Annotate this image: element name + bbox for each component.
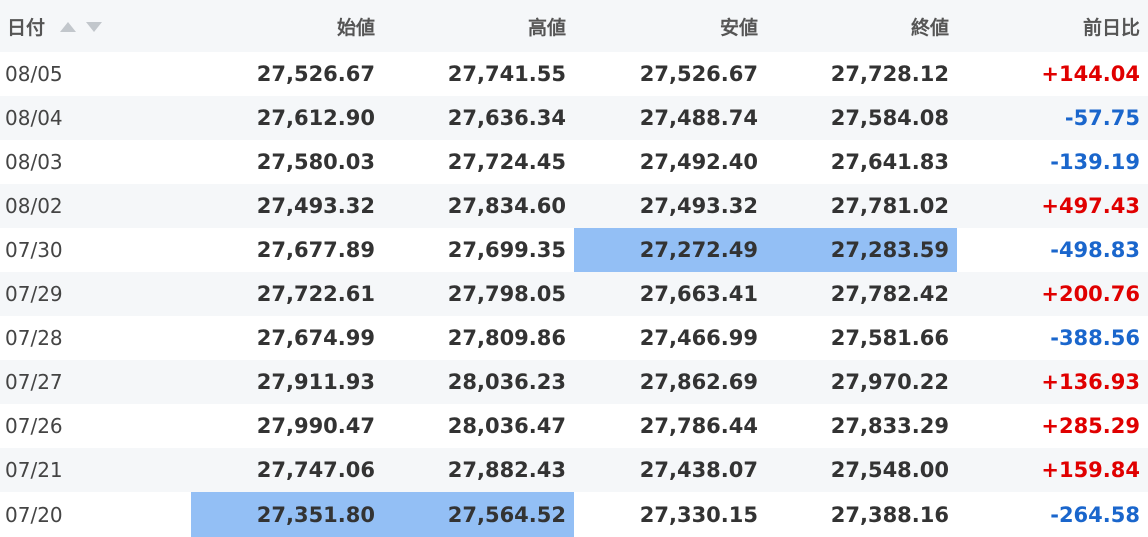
close-cell: 27,728.12: [830, 62, 949, 86]
sort-asc-icon[interactable]: [59, 21, 76, 32]
low-cell: 27,862.69: [639, 370, 758, 394]
low-cell: 27,493.32: [639, 194, 758, 218]
high-cell: 28,036.23: [447, 370, 566, 394]
date-cell: 07/21: [5, 458, 63, 482]
change-cell: +200.76: [1041, 282, 1140, 306]
table-row: 08/03 27,580.03 27,724.45 27,492.40 27,641.8…: [0, 140, 1148, 184]
table-row: 07/20 27,351.80 27,564.52 27,330.15 27,388.1…: [0, 492, 1148, 537]
date-cell: 07/30: [5, 238, 63, 262]
table-row: 08/02 27,493.32 27,834.60 27,493.32 27,781.0…: [0, 184, 1148, 228]
date-cell: 07/28: [5, 326, 63, 350]
low-cell: 27,663.41: [639, 282, 758, 306]
date-cell: 07/26: [5, 414, 63, 438]
header-change: 前日比: [957, 0, 1148, 52]
open-cell: 27,674.99: [256, 326, 375, 350]
close-cell: 27,584.08: [830, 106, 949, 130]
change-cell: +159.84: [1041, 458, 1140, 482]
high-cell: 27,699.35: [447, 238, 566, 262]
open-cell: 27,677.89: [256, 238, 375, 262]
change-cell: -264.58: [1050, 502, 1140, 527]
date-cell: 08/05: [5, 62, 63, 86]
low-cell: 27,272.49: [574, 228, 766, 272]
open-cell: 27,351.80: [191, 492, 383, 537]
high-cell: 27,741.55: [447, 62, 566, 86]
high-cell: 27,882.43: [447, 458, 566, 482]
change-cell: -498.83: [1050, 238, 1140, 262]
sort-controls[interactable]: [59, 15, 107, 37]
date-cell: 08/04: [5, 106, 63, 130]
open-cell: 27,990.47: [256, 414, 375, 438]
open-cell: 27,911.93: [256, 370, 375, 394]
header-low: 安値: [574, 0, 766, 52]
table-row: 07/26 27,990.47 28,036.47 27,786.44 27,833.2…: [0, 404, 1148, 448]
table-row: 07/27 27,911.93 28,036.23 27,862.69 27,970.2…: [0, 360, 1148, 404]
low-cell: 27,786.44: [639, 414, 758, 438]
date-cell: 08/02: [5, 194, 63, 218]
close-cell: 27,781.02: [830, 194, 949, 218]
change-cell: -57.75: [1064, 106, 1140, 130]
table-header-row: 日付 始値 高値 安値 終値 前日比: [0, 0, 1148, 52]
table-row: 07/21 27,747.06 27,882.43 27,438.07 27,548.0…: [0, 448, 1148, 492]
date-cell: 07/27: [5, 370, 63, 394]
close-cell: 27,548.00: [830, 458, 949, 482]
high-cell: 27,636.34: [447, 106, 566, 130]
table-row: 08/05 27,526.67 27,741.55 27,526.67 27,728.1…: [0, 52, 1148, 96]
date-cell: 08/03: [5, 150, 63, 174]
table-row: 07/29 27,722.61 27,798.05 27,663.41 27,782.4…: [0, 272, 1148, 316]
high-cell: 27,834.60: [447, 194, 566, 218]
table-row: 07/28 27,674.99 27,809.86 27,466.99 27,581.6…: [0, 316, 1148, 360]
table-row: 08/04 27,612.90 27,636.34 27,488.74 27,584.0…: [0, 96, 1148, 140]
change-cell: -139.19: [1050, 150, 1140, 174]
high-cell: 27,564.52: [383, 492, 574, 537]
open-cell: 27,747.06: [256, 458, 375, 482]
open-cell: 27,526.67: [256, 62, 375, 86]
header-date[interactable]: 日付: [0, 0, 191, 52]
high-cell: 27,809.86: [447, 326, 566, 350]
close-cell: 27,388.16: [830, 502, 949, 527]
open-cell: 27,493.32: [256, 194, 375, 218]
open-cell: 27,612.90: [256, 106, 375, 130]
low-cell: 27,438.07: [639, 458, 758, 482]
change-cell: -388.56: [1050, 326, 1140, 350]
low-cell: 27,492.40: [639, 150, 758, 174]
close-cell: 27,782.42: [830, 282, 949, 306]
low-cell: 27,330.15: [639, 502, 758, 527]
open-cell: 27,580.03: [256, 150, 375, 174]
low-cell: 27,466.99: [639, 326, 758, 350]
header-high: 高値: [383, 0, 574, 52]
high-cell: 27,724.45: [447, 150, 566, 174]
sort-desc-icon[interactable]: [86, 21, 103, 32]
change-cell: +136.93: [1041, 370, 1140, 394]
date-cell: 07/20: [5, 502, 63, 527]
close-cell: 27,581.66: [830, 326, 949, 350]
close-cell: 27,641.83: [830, 150, 949, 174]
high-cell: 28,036.47: [447, 414, 566, 438]
table-body: 08/05 27,526.67 27,741.55 27,526.67 27,728.1…: [0, 52, 1148, 537]
header-close: 終値: [766, 0, 957, 52]
change-cell: +497.43: [1041, 194, 1140, 218]
open-cell: 27,722.61: [256, 282, 375, 306]
close-cell: 27,283.59: [766, 228, 957, 272]
price-history-table: 日付 始値 高値 安値 終値 前日比 08/05 27,526.67 27,741.…: [0, 0, 1148, 537]
low-cell: 27,488.74: [639, 106, 758, 130]
table-row: 07/30 27,677.89 27,699.35 27,272.49 27,283.5…: [0, 228, 1148, 272]
high-cell: 27,798.05: [447, 282, 566, 306]
change-cell: +144.04: [1041, 62, 1140, 86]
header-open: 始値: [191, 0, 383, 52]
date-cell: 07/29: [5, 282, 63, 306]
low-cell: 27,526.67: [639, 62, 758, 86]
header-date-label: 日付: [7, 16, 46, 39]
change-cell: +285.29: [1041, 414, 1140, 438]
close-cell: 27,970.22: [830, 370, 949, 394]
close-cell: 27,833.29: [830, 414, 949, 438]
